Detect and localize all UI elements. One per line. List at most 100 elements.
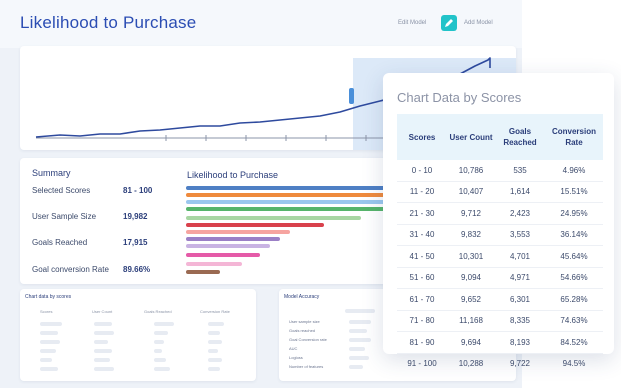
summary-label-goal-conversion-rate: Goal conversion Rate (32, 265, 109, 274)
cell-goals-reached: 3,553 (495, 224, 545, 246)
mini-header-user-count: User Count (92, 309, 113, 314)
table-header-row: Scores User Count Goals Reached Conversi… (397, 114, 603, 160)
placeholder-cell (40, 322, 62, 326)
table-row: 11 - 20 10,407 1,614 15.51% (397, 181, 603, 203)
cell-user-count: 9,652 (447, 288, 495, 311)
cell-goals-reached: 6,301 (495, 288, 545, 311)
cell-scores: 31 - 40 (397, 224, 447, 246)
edit-model-button[interactable] (441, 15, 457, 31)
cell-scores: 71 - 80 (397, 310, 447, 332)
likelihood-bars-title: Likelihood to Purchase (187, 170, 279, 180)
summary-value-selected-scores: 81 - 100 (123, 186, 153, 195)
cell-user-count: 9,694 (447, 331, 495, 354)
cell-user-count: 10,288 (458, 359, 484, 369)
cell-conversion-rate: 36.14% (545, 224, 603, 246)
placeholder-cell (208, 367, 220, 371)
cell-scores: 61 - 70 (397, 288, 447, 311)
placeholder-cell (94, 367, 114, 371)
mini-header-scores: Scores (40, 309, 53, 314)
range-handle[interactable] (349, 88, 354, 104)
edit-model-link[interactable]: Edit Model (398, 20, 426, 26)
placeholder-cell (349, 347, 365, 351)
summary-value-goals-reached: 17,915 (123, 238, 148, 247)
column-header-conversion-rate: Conversion Rate (545, 114, 603, 160)
cell-user-count: 9,832 (447, 224, 495, 246)
cell-user-count: 11,168 (447, 310, 495, 332)
header-bar: Likelihood to Purchase Edit Model Add Mo… (0, 0, 522, 48)
chart-data-table: Scores User Count Goals Reached Conversi… (397, 114, 603, 374)
metric-label-user-sample-size: User sample size (289, 319, 320, 324)
chart-data-panel: Chart Data by Scores Scores User Count G… (383, 73, 614, 368)
cell-scores: 21 - 30 (397, 202, 447, 225)
placeholder-cell (94, 349, 112, 353)
likelihood-bar-4 (186, 207, 410, 211)
placeholder-cell (154, 331, 168, 335)
likelihood-bar-11 (186, 262, 242, 266)
placeholder-cell (40, 358, 52, 362)
table-row: 71 - 80 11,168 8,335 74.63% (397, 310, 603, 332)
placeholder-cell (208, 322, 224, 326)
likelihood-bar-10 (186, 253, 260, 257)
cell-conversion-rate: 54.66% (545, 267, 603, 289)
cell-goals-reached: 535 (495, 160, 545, 182)
placeholder-cell (40, 367, 58, 371)
cell-goals-reached: 8,335 (495, 310, 545, 332)
cell-scores: 91 - 100 (407, 359, 437, 369)
table-row: 51 - 60 9,094 4,971 54.66% (397, 267, 603, 289)
mini-chart-data-title: Chart data by scores (25, 294, 72, 300)
cell-goals-reached: 1,614 (495, 181, 545, 203)
likelihood-bar-7 (186, 230, 290, 234)
placeholder-cell (154, 358, 166, 362)
cell-scores: 0 - 10 (397, 160, 447, 182)
add-model-link[interactable]: Add Model (464, 20, 493, 26)
likelihood-bar-8 (186, 237, 280, 241)
cell-user-count: 10,407 (447, 181, 495, 203)
metric-label-auc: AUC (289, 346, 298, 351)
placeholder-cell (345, 309, 375, 313)
cell-conversion-rate: 65.28% (545, 288, 603, 311)
table-row: 41 - 50 10,301 4,701 45.64% (397, 245, 603, 268)
placeholder-cell (94, 358, 110, 362)
column-header-goals-reached: Goals Reached (495, 114, 545, 160)
summary-label-user-sample-size: User Sample Size (32, 212, 97, 221)
placeholder-cell (40, 331, 58, 335)
mini-header-conversion-rate: Conversion Rate (200, 309, 230, 314)
placeholder-cell (208, 331, 220, 335)
placeholder-cell (208, 349, 218, 353)
summary-label-selected-scores: Selected Scores (32, 186, 91, 195)
placeholder-cell (40, 349, 56, 353)
summary-value-goal-conversion-rate: 89.66% (123, 265, 151, 274)
summary-title: Summary (32, 168, 71, 178)
cell-conversion-rate: 24.95% (545, 202, 603, 225)
placeholder-cell (154, 349, 162, 353)
likelihood-bar-9 (186, 244, 270, 248)
summary-label-goals-reached: Goals Reached (32, 238, 88, 247)
cell-conversion-rate: 74.63% (545, 310, 603, 332)
metric-label-goals-reached: Goals reached (289, 328, 316, 333)
cell-scores: 41 - 50 (397, 245, 447, 268)
likelihood-bar-6 (186, 223, 324, 227)
cell-goals-reached: 4,971 (495, 267, 545, 289)
placeholder-cell (208, 340, 222, 344)
cell-goals-reached: 2,423 (495, 202, 545, 225)
cell-scores: 81 - 90 (397, 331, 447, 354)
table-row: 61 - 70 9,652 6,301 65.28% (397, 288, 603, 311)
page-title: Likelihood to Purchase (20, 13, 197, 32)
placeholder-cell (94, 331, 114, 335)
cell-user-count: 10,301 (447, 245, 495, 268)
metric-label-logloss: Logloss (289, 355, 303, 360)
column-header-user-count: User Count (447, 114, 495, 160)
table-row: 31 - 40 9,832 3,553 36.14% (397, 224, 603, 246)
cell-conversion-rate: 45.64% (545, 245, 603, 268)
metric-label-goal-conversion-rate: Goal Conversion rate (289, 337, 327, 342)
cell-goals-reached: 8,193 (495, 331, 545, 354)
table-row: 81 - 90 9,694 8,193 84.52% (397, 331, 603, 354)
cell-goals-reached: 9,722 (509, 359, 531, 369)
summary-value-user-sample-size: 19,982 (123, 212, 148, 221)
placeholder-cell (40, 340, 60, 344)
cell-scores: 51 - 60 (397, 267, 447, 289)
placeholder-cell (94, 340, 108, 344)
column-header-scores: Scores (397, 114, 447, 160)
likelihood-bar-5 (186, 216, 361, 220)
placeholder-cell (349, 356, 369, 360)
